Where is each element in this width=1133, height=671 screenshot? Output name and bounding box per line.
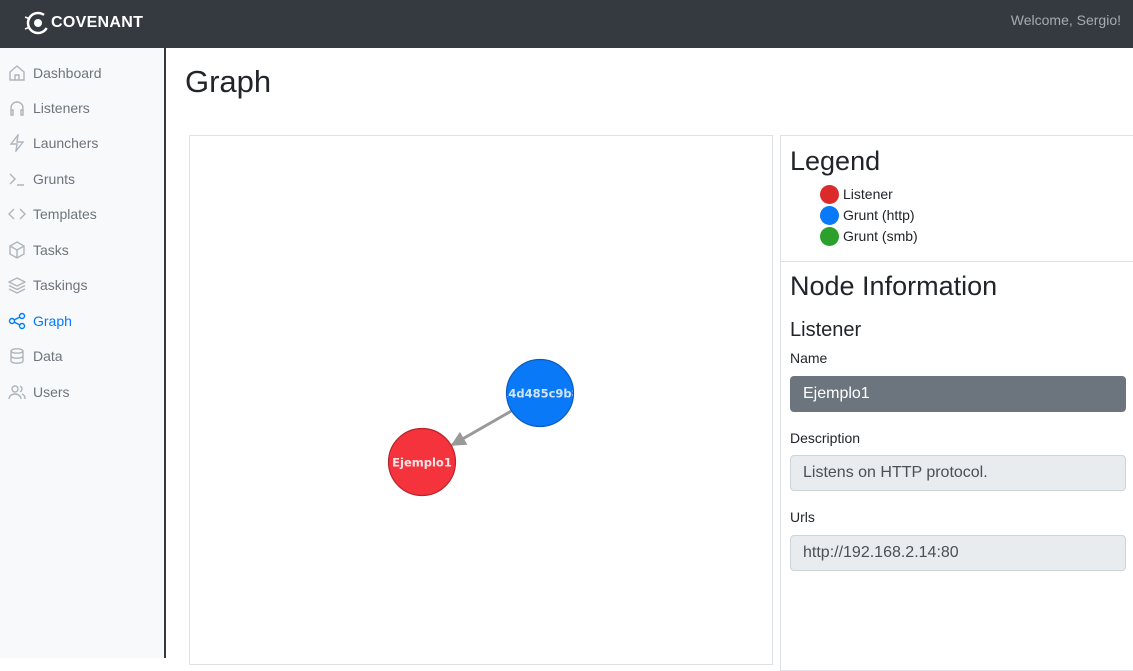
sidebar-item-taskings[interactable]: Taskings: [0, 270, 164, 300]
node-information-title: Node Information: [790, 271, 998, 301]
layers-icon: [8, 277, 26, 294]
sidebar-item-label: Listeners: [33, 100, 90, 116]
sidebar-item-templates[interactable]: Templates: [0, 199, 164, 229]
covenant-logo-icon: [24, 11, 50, 35]
headphones-icon: [10, 101, 24, 116]
box-icon: [9, 241, 25, 259]
legend-label: Listener: [843, 186, 893, 202]
users-icon: [8, 385, 26, 400]
description-label: Description: [790, 430, 861, 446]
terminal-icon: [9, 173, 24, 186]
lightning-icon: [9, 134, 25, 152]
database-icon: [10, 348, 24, 364]
sidebar-item-label: Launchers: [33, 135, 99, 151]
brand-name: COVENANT: [51, 14, 144, 31]
sidebar: Dashboard Listeners Launchers Grunts Tem…: [0, 48, 166, 658]
sidebar-item-data[interactable]: Data: [0, 341, 164, 371]
sidebar-item-label: Users: [33, 384, 70, 400]
urls-label: Urls: [790, 509, 815, 525]
listener-dot-icon: [820, 184, 839, 204]
sidebar-item-label: Grunts: [33, 171, 76, 187]
page-title: Graph: [185, 64, 272, 99]
top-navbar: COVENANT Welcome, Sergio!: [0, 0, 1133, 48]
graph-edge: [450, 408, 514, 447]
sidebar-item-graph[interactable]: Graph: [0, 306, 164, 336]
graph-svg[interactable]: Ejemplo1 14d485c9b8: [190, 136, 774, 666]
sidebar-item-users[interactable]: Users: [0, 377, 164, 407]
code-icon: [8, 208, 26, 220]
sidebar-item-tasks[interactable]: Tasks: [0, 235, 164, 265]
legend-item-listener: Listener: [820, 184, 893, 204]
sidebar-item-launchers[interactable]: Launchers: [0, 128, 164, 158]
sidebar-item-listeners[interactable]: Listeners: [0, 93, 164, 123]
legend-label: Grunt (http): [843, 207, 915, 223]
sidebar-item-label: Dashboard: [33, 65, 102, 81]
sidebar-item-grunts[interactable]: Grunts: [0, 164, 164, 194]
graph-node-listener[interactable]: Ejemplo1: [387, 427, 457, 497]
description-field[interactable]: Listens on HTTP protocol.: [790, 455, 1126, 491]
covenant-logo[interactable]: COVENANT: [23, 8, 143, 38]
legend-panel: Legend Listener Grunt (http) Grunt (smb): [780, 135, 1133, 262]
node-type-heading: Listener: [790, 319, 862, 341]
node-label: 14d485c9b8: [500, 387, 579, 401]
home-icon: [9, 65, 25, 81]
sidebar-item-label: Data: [33, 348, 63, 364]
sidebar-item-label: Taskings: [33, 277, 88, 293]
grunt-smb-dot-icon: [820, 226, 839, 246]
legend-item-grunt-smb: Grunt (smb): [820, 226, 918, 246]
graph-canvas[interactable]: Ejemplo1 14d485c9b8: [189, 135, 773, 665]
sidebar-item-label: Tasks: [33, 242, 69, 258]
share-icon: [8, 312, 26, 330]
legend-label: Grunt (smb): [843, 228, 918, 244]
welcome-message[interactable]: Welcome, Sergio!: [1011, 12, 1121, 28]
sidebar-item-label: Graph: [33, 313, 72, 329]
urls-field[interactable]: http://192.168.2.14:80: [790, 535, 1126, 571]
sidebar-item-dashboard[interactable]: Dashboard: [0, 58, 164, 88]
node-information-panel: Node Information Listener Name Ejemplo1 …: [780, 261, 1133, 671]
graph-node-grunt[interactable]: 14d485c9b8: [500, 358, 579, 428]
name-field[interactable]: Ejemplo1: [790, 376, 1126, 412]
legend-title: Legend: [790, 146, 881, 176]
sidebar-item-label: Templates: [33, 206, 97, 222]
node-label: Ejemplo1: [392, 456, 452, 470]
name-label: Name: [790, 350, 828, 366]
legend-item-grunt-http: Grunt (http): [820, 205, 915, 225]
grunt-http-dot-icon: [820, 205, 839, 225]
